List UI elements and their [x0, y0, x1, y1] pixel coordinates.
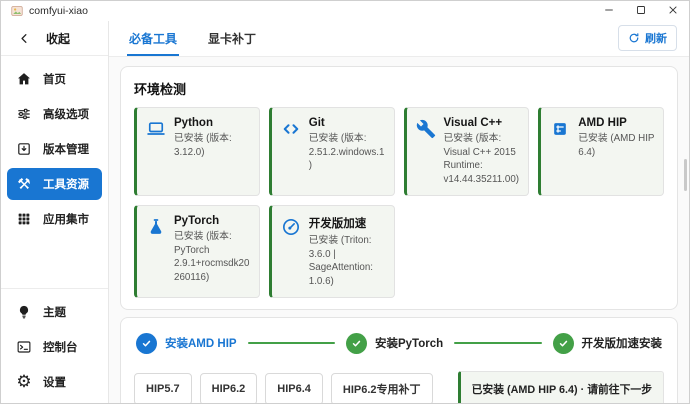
tools-icon: ⚒	[16, 176, 32, 192]
sidebar-nav: 首页 高级选项 版本管理 ⚒ 工具资源	[1, 56, 108, 242]
env-card-status: 已安装 (AMD HIP 6.4)	[578, 132, 656, 159]
env-card-title: Python	[174, 117, 252, 129]
sliders-icon	[16, 106, 32, 122]
sidebar: 收起 首页 高级选项 版本管理	[1, 21, 109, 403]
content-area: 环境检测 Python 已安装 (版本: 3.12.0)	[109, 57, 689, 403]
check-icon	[136, 333, 157, 354]
maximize-icon	[636, 5, 646, 18]
env-card-status: 已安装 (版本: PyTorch 2.9.1+rocmsdk20260116)	[174, 230, 252, 285]
step-label: 开发版加速安装	[582, 335, 663, 351]
environment-panel: 环境检测 Python 已安装 (版本: 3.12.0)	[120, 66, 678, 310]
step-label: 安装AMD HIP	[165, 335, 237, 351]
maximize-button[interactable]	[625, 1, 657, 21]
sidebar-collapse-button[interactable]: 收起	[1, 21, 108, 56]
window-controls	[593, 1, 689, 21]
install-panel: 安装AMD HIP 安装PyTorch	[120, 317, 678, 403]
flask-icon	[146, 217, 166, 237]
hip-version-buttons: HIP5.7 HIP6.2 HIP6.4 HIP6.2专用补丁	[134, 373, 433, 403]
check-icon	[346, 333, 367, 354]
sidebar-item-home[interactable]: 首页	[7, 63, 102, 95]
grid-icon	[16, 211, 32, 227]
app-window: comfyui-xiao 收起 首页	[0, 0, 690, 404]
hip-version-button[interactable]: HIP6.2专用补丁	[331, 373, 433, 403]
env-card: Git 已安装 (版本: 2.51.2.windows.1)	[269, 107, 395, 196]
app-title: comfyui-xiao	[29, 5, 88, 17]
install-steps: 安装AMD HIP 安装PyTorch	[136, 333, 662, 354]
install-step: 安装PyTorch	[346, 333, 443, 354]
sidebar-item-settings[interactable]: ⚙ 设置	[7, 366, 102, 398]
tab-essential-tools[interactable]: 必备工具	[127, 21, 179, 56]
env-card-title: 开发版加速	[309, 215, 387, 231]
chevron-left-icon	[18, 32, 31, 45]
environment-cards: Python 已安装 (版本: 3.12.0) Git 已安装 (版本: 2.5…	[134, 107, 664, 298]
sidebar-item-label: 版本管理	[43, 141, 89, 157]
env-card: AMD HIP 已安装 (AMD HIP 6.4)	[538, 107, 664, 196]
tabbar: 必备工具 显卡补丁 刷新	[109, 21, 689, 57]
code-icon	[281, 119, 301, 139]
sidebar-item-label: 应用集市	[43, 211, 89, 227]
step-connector	[454, 342, 541, 344]
scrollbar-thumb[interactable]	[684, 159, 687, 191]
sidebar-item-label: 主题	[43, 304, 66, 320]
sidebar-collapse-label: 收起	[46, 30, 70, 47]
laptop-icon	[146, 119, 166, 139]
sidebar-item-app-market[interactable]: 应用集市	[7, 203, 102, 235]
close-button[interactable]	[657, 1, 689, 21]
hip-version-button[interactable]: HIP5.7	[134, 373, 192, 403]
bulb-icon	[16, 304, 32, 320]
tab-gpu-patch[interactable]: 显卡补丁	[206, 21, 258, 56]
titlebar: comfyui-xiao	[1, 1, 689, 21]
version-box-icon	[16, 141, 32, 157]
hip-version-button[interactable]: HIP6.2	[200, 373, 258, 403]
env-card-title: Git	[309, 117, 387, 129]
sidebar-item-version-management[interactable]: 版本管理	[7, 133, 102, 165]
terminal-icon	[16, 339, 32, 355]
close-icon	[668, 5, 678, 18]
install-step: 安装AMD HIP	[136, 333, 237, 354]
env-card-status: 已安装 (Triton: 3.6.0 | SageAttention: 1.0.…	[309, 234, 387, 289]
env-card-title: PyTorch	[174, 215, 252, 227]
sidebar-item-label: 首页	[43, 71, 66, 87]
sidebar-item-label: 高级选项	[43, 106, 89, 122]
sidebar-item-console[interactable]: 控制台	[7, 331, 102, 363]
gear-icon: ⚙	[16, 374, 32, 390]
step-label: 安装PyTorch	[375, 335, 443, 351]
refresh-button[interactable]: 刷新	[618, 25, 677, 51]
environment-panel-title: 环境检测	[134, 79, 664, 98]
sidebar-item-label: 设置	[43, 374, 66, 390]
env-card: Python 已安装 (版本: 3.12.0)	[134, 107, 260, 196]
env-card: 开发版加速 已安装 (Triton: 3.6.0 | SageAttention…	[269, 205, 395, 298]
home-icon	[16, 71, 32, 87]
hip-version-row: HIP5.7 HIP6.2 HIP6.4 HIP6.2专用补丁 已安装 (AMD…	[134, 371, 664, 403]
install-step: 开发版加速安装	[553, 333, 663, 354]
install-status: 已安装 (AMD HIP 6.4) · 请前往下一步	[458, 371, 664, 403]
speedometer-icon	[281, 217, 301, 237]
wrench-icon	[416, 119, 436, 139]
env-card-title: AMD HIP	[578, 117, 656, 129]
env-card-status: 已安装 (版本: 3.12.0)	[174, 132, 252, 159]
env-card: Visual C++ 已安装 (版本: Visual C++ 2015 Runt…	[404, 107, 530, 196]
minimize-icon	[604, 5, 614, 18]
refresh-icon	[628, 32, 640, 44]
env-card-title: Visual C++	[444, 117, 522, 129]
sidebar-item-theme[interactable]: 主题	[7, 296, 102, 328]
sidebar-bottom-nav: 主题 控制台 ⚙ 设置	[1, 288, 108, 403]
tabs: 必备工具 显卡补丁	[127, 21, 285, 56]
env-card: PyTorch 已安装 (版本: PyTorch 2.9.1+rocmsdk20…	[134, 205, 260, 298]
check-icon	[553, 333, 574, 354]
hip-version-button[interactable]: HIP6.4	[265, 373, 323, 403]
refresh-label: 刷新	[645, 30, 667, 46]
env-card-status: 已安装 (版本: 2.51.2.windows.1)	[309, 132, 387, 173]
env-card-status: 已安装 (版本: Visual C++ 2015 Runtime: v14.44…	[444, 132, 522, 187]
main-area: 必备工具 显卡补丁 刷新 环境检测	[109, 21, 689, 403]
sidebar-item-advanced-options[interactable]: 高级选项	[7, 98, 102, 130]
step-connector	[248, 342, 335, 344]
app-icon	[11, 5, 23, 17]
sidebar-item-tool-resources[interactable]: ⚒ 工具资源	[7, 168, 102, 200]
sidebar-item-label: 工具资源	[43, 176, 89, 192]
minimize-button[interactable]	[593, 1, 625, 21]
chip-icon	[550, 119, 570, 139]
sidebar-item-label: 控制台	[43, 339, 78, 355]
